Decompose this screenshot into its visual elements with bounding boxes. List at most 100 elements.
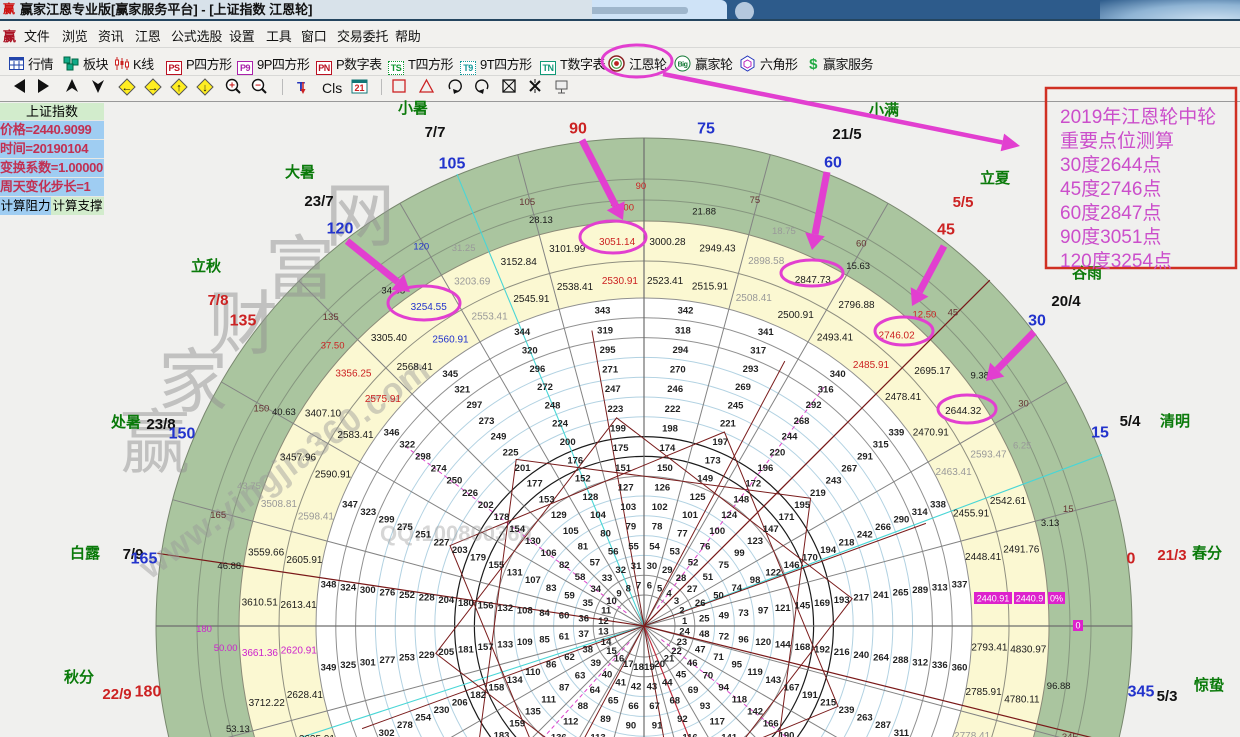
svg-text:3559.66: 3559.66 bbox=[248, 548, 285, 559]
svg-text:205: 205 bbox=[438, 647, 455, 658]
svg-text:173: 173 bbox=[705, 455, 721, 466]
svg-text:97: 97 bbox=[758, 606, 769, 617]
svg-text:35: 35 bbox=[583, 598, 594, 609]
svg-text:40: 40 bbox=[602, 669, 613, 680]
svg-text:324: 324 bbox=[340, 582, 357, 593]
svg-text:27: 27 bbox=[687, 584, 698, 595]
svg-text:143: 143 bbox=[765, 675, 781, 686]
svg-text:108: 108 bbox=[517, 606, 533, 617]
svg-text:89: 89 bbox=[600, 714, 611, 725]
svg-text:2478.41: 2478.41 bbox=[885, 392, 922, 403]
svg-text:1: 1 bbox=[682, 616, 688, 627]
svg-text:197: 197 bbox=[712, 437, 728, 448]
svg-text:9: 9 bbox=[616, 589, 621, 600]
svg-text:181: 181 bbox=[458, 645, 475, 656]
svg-text:31: 31 bbox=[631, 561, 642, 572]
svg-text:0%: 0% bbox=[1050, 594, 1063, 604]
svg-text:183: 183 bbox=[494, 731, 510, 737]
svg-text:2793.41: 2793.41 bbox=[971, 642, 1008, 653]
svg-text:75: 75 bbox=[750, 195, 761, 206]
svg-text:112: 112 bbox=[563, 717, 578, 728]
svg-text:28: 28 bbox=[676, 573, 687, 584]
svg-text:60: 60 bbox=[856, 238, 867, 249]
svg-text:195: 195 bbox=[794, 500, 811, 511]
svg-text:246: 246 bbox=[667, 384, 683, 395]
svg-text:141: 141 bbox=[721, 732, 738, 737]
svg-text:150: 150 bbox=[657, 463, 673, 474]
svg-text:122: 122 bbox=[765, 568, 781, 579]
svg-text:2568.41: 2568.41 bbox=[397, 362, 434, 373]
svg-text:100: 100 bbox=[709, 526, 725, 537]
svg-text:166: 166 bbox=[763, 719, 779, 730]
svg-text:立夏: 立夏 bbox=[980, 169, 1011, 187]
svg-text:200: 200 bbox=[560, 437, 576, 448]
svg-text:2463.41: 2463.41 bbox=[936, 467, 973, 478]
svg-text:7: 7 bbox=[636, 581, 641, 592]
svg-text:247: 247 bbox=[605, 384, 621, 395]
svg-text:88: 88 bbox=[578, 701, 589, 712]
svg-text:15: 15 bbox=[1091, 425, 1109, 442]
svg-text:28.13: 28.13 bbox=[529, 215, 553, 226]
svg-text:168: 168 bbox=[794, 642, 810, 653]
svg-text:30度2644点: 30度2644点 bbox=[1060, 154, 1161, 176]
svg-text:190: 190 bbox=[779, 731, 795, 737]
svg-text:109: 109 bbox=[517, 637, 533, 648]
svg-text:344: 344 bbox=[514, 327, 531, 338]
svg-text:2593.47: 2593.47 bbox=[970, 449, 1007, 460]
svg-text:2508.41: 2508.41 bbox=[736, 293, 773, 304]
svg-text:245: 245 bbox=[728, 400, 745, 411]
svg-text:216: 216 bbox=[834, 647, 850, 658]
svg-text:52: 52 bbox=[688, 557, 699, 568]
svg-text:182: 182 bbox=[470, 690, 486, 701]
svg-text:92: 92 bbox=[677, 714, 688, 725]
svg-text:134: 134 bbox=[507, 675, 524, 686]
svg-text:117: 117 bbox=[710, 717, 725, 728]
svg-text:154: 154 bbox=[509, 524, 526, 535]
svg-text:272: 272 bbox=[537, 382, 553, 393]
svg-text:135: 135 bbox=[525, 706, 542, 717]
svg-text:229: 229 bbox=[419, 650, 435, 661]
svg-text:60: 60 bbox=[559, 611, 570, 622]
svg-text:230: 230 bbox=[434, 705, 450, 716]
svg-text:341: 341 bbox=[758, 327, 775, 338]
svg-text:96.88: 96.88 bbox=[1047, 681, 1071, 692]
svg-text:12: 12 bbox=[598, 616, 609, 627]
svg-text:192: 192 bbox=[814, 645, 830, 656]
svg-text:43: 43 bbox=[647, 682, 658, 693]
svg-text:3610.51: 3610.51 bbox=[242, 598, 279, 609]
svg-text:2500.91: 2500.91 bbox=[778, 310, 815, 321]
svg-text:102: 102 bbox=[652, 502, 668, 513]
svg-text:297: 297 bbox=[466, 400, 482, 411]
svg-text:312: 312 bbox=[912, 658, 928, 669]
svg-text:316: 316 bbox=[818, 385, 834, 396]
svg-text:处暑: 处暑 bbox=[110, 413, 141, 431]
svg-text:5/4: 5/4 bbox=[1120, 413, 1142, 430]
svg-text:2590.91: 2590.91 bbox=[315, 470, 352, 481]
svg-text:2491.76: 2491.76 bbox=[1003, 544, 1040, 555]
svg-text:270: 270 bbox=[670, 365, 686, 376]
svg-text:179: 179 bbox=[470, 553, 486, 564]
svg-text:349: 349 bbox=[321, 663, 337, 674]
svg-text:2575.91: 2575.91 bbox=[365, 394, 402, 405]
svg-text:2493.41: 2493.41 bbox=[817, 333, 854, 344]
svg-text:215: 215 bbox=[820, 698, 837, 709]
svg-text:49: 49 bbox=[719, 611, 730, 622]
svg-text:142: 142 bbox=[747, 706, 763, 717]
svg-text:45: 45 bbox=[937, 222, 955, 239]
svg-text:277: 277 bbox=[379, 655, 395, 666]
svg-text:298: 298 bbox=[415, 452, 431, 463]
svg-text:2470.91: 2470.91 bbox=[913, 428, 950, 439]
svg-text:90: 90 bbox=[636, 181, 647, 192]
svg-text:5: 5 bbox=[657, 583, 663, 594]
svg-text:243: 243 bbox=[826, 476, 842, 487]
svg-text:278: 278 bbox=[397, 720, 413, 731]
svg-text:2620.91: 2620.91 bbox=[281, 645, 318, 656]
svg-text:217: 217 bbox=[853, 593, 869, 604]
svg-text:87: 87 bbox=[559, 682, 570, 693]
svg-text:345: 345 bbox=[442, 369, 459, 380]
svg-text:320: 320 bbox=[522, 346, 538, 357]
svg-text:39: 39 bbox=[591, 658, 602, 669]
svg-text:128: 128 bbox=[582, 492, 598, 503]
svg-text:95: 95 bbox=[732, 660, 743, 671]
svg-text:85: 85 bbox=[539, 634, 550, 645]
